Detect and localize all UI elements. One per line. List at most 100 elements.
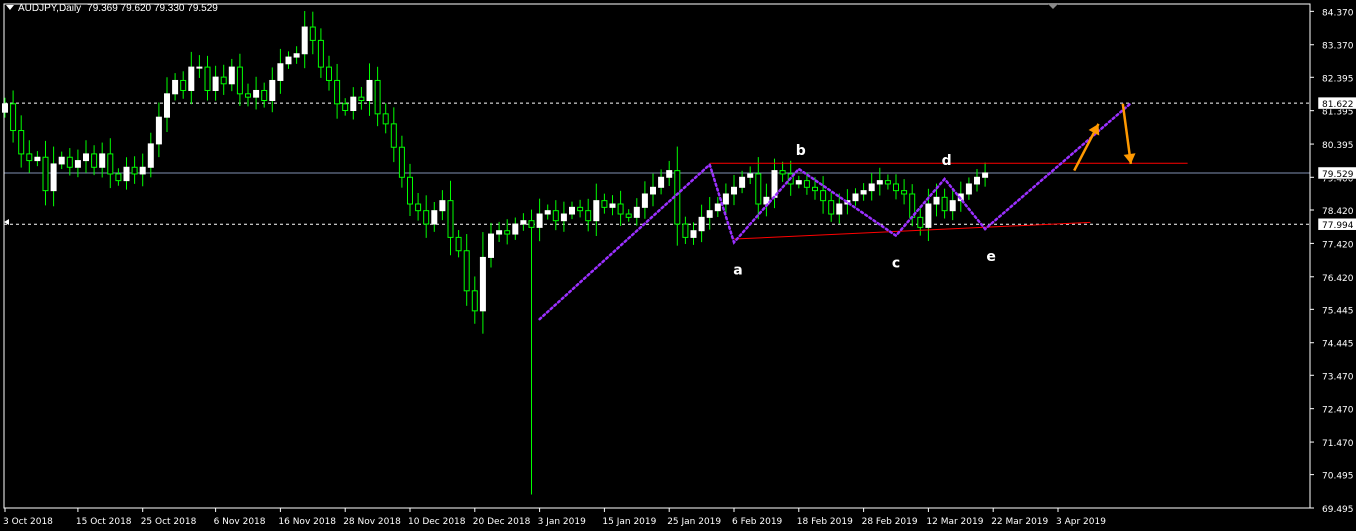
bull-candle [731,186,737,195]
bull-candle [164,93,170,118]
bull-candle [666,170,673,178]
bear-candle [66,156,73,168]
bull-candle [641,193,648,208]
bear-candle [674,170,681,225]
bull-candle [496,230,503,235]
x-tick-label: 10 Dec 2018 [408,517,466,527]
bull-candle [795,180,802,185]
bull-candle [293,53,300,58]
x-tick-label: 25 Oct 2018 [141,517,197,527]
bear-candle [625,213,632,218]
bear-candle [107,153,114,175]
y-tick-label: 75.445 [1322,306,1354,316]
bull-candle [34,156,41,162]
bull-candle [763,196,770,205]
bull-candle [439,200,446,212]
bull-candle [593,200,600,222]
bear-candle [884,180,891,185]
x-tick-label: 3 Jan 2019 [538,517,586,527]
bear-candle [382,113,389,125]
bear-candle [755,173,762,205]
bear-candle [220,76,227,85]
bull-candle [860,190,867,195]
bull-candle [706,210,713,218]
bear-candle [180,79,187,91]
bull-candle [74,160,81,168]
ohlc-values: 79.369 79.620 79.330 79.529 [87,3,218,14]
bull-candle [876,180,883,185]
bear-candle [447,200,454,238]
y-tick-label: 70.495 [1322,472,1354,482]
bull-candle [172,79,179,95]
chart-header[interactable]: AUDJPY,Daily 79.369 79.620 79.330 79.529 [6,3,218,14]
wave-label-a: a [733,262,742,278]
bull-candle [431,210,438,225]
bear-candle [309,26,316,41]
bear-candle [91,153,98,168]
bull-candle [196,66,203,69]
price-chart[interactable]: abcde 84.37083.37082.39581.39580.39579.4… [0,0,1356,531]
bull-candle [949,200,956,212]
bull-candle [212,76,219,91]
bull-candle [722,193,729,205]
bull-candle [50,163,57,192]
x-tick-label: 20 Dec 2018 [473,517,531,527]
bear-candle [941,196,948,212]
bull-candle [188,66,195,91]
y-tick-label: 71.470 [1322,439,1354,449]
bull-candle [868,183,875,192]
bull-candle [569,206,575,215]
bear-candle [820,190,827,202]
x-tick-label: 28 Nov 2018 [343,517,401,527]
bear-candle [342,103,349,112]
x-tick-label: 6 Feb 2019 [732,517,783,527]
bear-candle [326,66,332,81]
bear-candle [455,236,462,252]
bull-candle [58,156,65,165]
bear-candle [617,203,624,215]
bull-candle [747,173,754,178]
price-label-value: 81.622 [1322,100,1354,110]
price-label-value: 79.529 [1322,170,1354,180]
x-tick-label: 3 Oct 2018 [3,517,53,527]
bull-candle [512,223,519,235]
bull-candle [301,26,308,55]
wave-label-e: e [986,249,996,265]
bull-candle [2,103,8,113]
bear-candle [245,93,251,98]
bull-candle [739,176,746,188]
symbol-timeframe: AUDJPY,Daily [18,3,82,14]
bull-candle [836,203,843,215]
y-tick-label: 77.420 [1322,240,1354,250]
y-tick-label: 78.420 [1322,207,1354,217]
bull-candle [544,210,551,215]
bear-candle [901,190,908,195]
y-tick-label: 80.395 [1322,141,1354,151]
x-tick-label: 3 Apr 2019 [1056,517,1106,527]
bear-candle [317,39,324,68]
bull-candle [560,213,567,222]
y-tick-label: 73.470 [1322,372,1354,382]
bear-candle [585,210,592,222]
bear-candle [471,290,478,312]
bear-candle [374,79,381,115]
dropdown-triangle-icon[interactable] [6,5,14,10]
bear-candle [779,170,786,175]
bull-candle [965,183,972,195]
y-tick-label: 83.370 [1322,42,1354,52]
bull-candle [155,116,162,145]
bear-candle [358,96,365,101]
bear-candle [261,89,268,101]
bull-candle [650,186,656,195]
bear-candle [131,166,138,175]
y-tick-label: 74.445 [1322,340,1354,350]
bear-candle [236,66,243,95]
bull-candle [366,79,373,101]
bull-candle [277,63,284,81]
bear-candle [415,203,422,212]
x-tick-label: 25 Jan 2019 [667,517,721,527]
bear-candle [204,66,211,91]
bull-candle [690,230,697,238]
bear-candle [552,210,559,222]
bear-candle [334,79,341,105]
